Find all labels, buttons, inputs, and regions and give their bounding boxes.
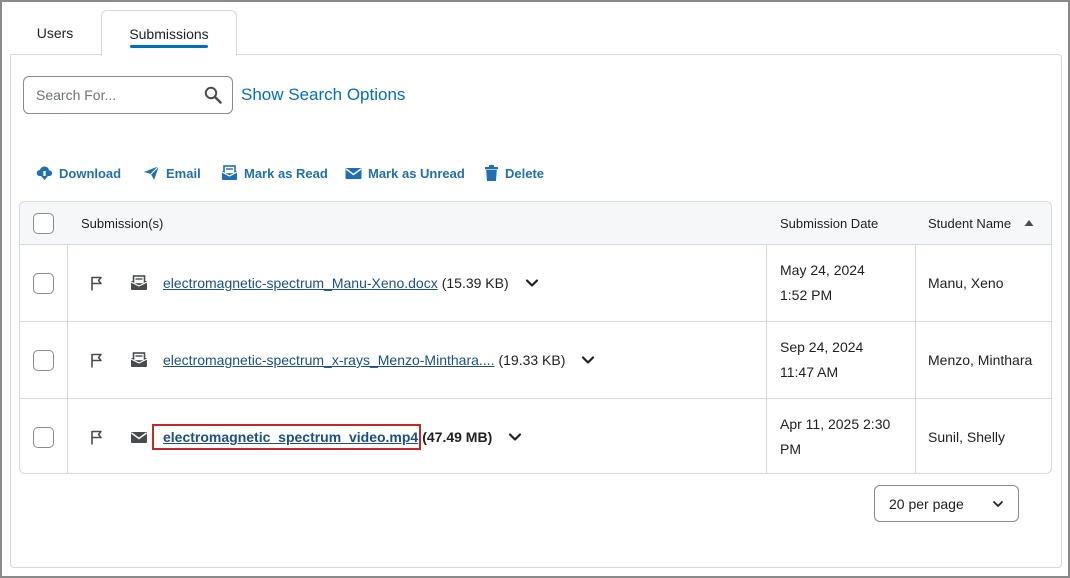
chevron-down-icon[interactable] <box>508 432 522 442</box>
header-submission-date[interactable]: Submission Date <box>780 202 878 244</box>
search-icon[interactable] <box>204 86 222 104</box>
read-status-cell <box>130 245 148 321</box>
student-name-cell: Manu, Xeno <box>928 245 1004 321</box>
delete-button[interactable]: Delete <box>484 163 544 183</box>
flag-cell <box>90 399 103 473</box>
submissions-table: Submission(s) Submission Date Student Na… <box>19 201 1052 474</box>
email-button[interactable]: Email <box>143 163 201 183</box>
envelope-open-icon <box>130 275 148 290</box>
submission-date: May 24, 2024 <box>780 262 865 278</box>
download-label: Download <box>59 165 122 181</box>
mark-as-unread-label: Mark as Unread <box>368 165 465 181</box>
table-row: electromagnetic_spectrum_video.mp4 (47.4… <box>20 399 1051 473</box>
submission-file-cell: electromagnetic-spectrum_x-rays_Menzo-Mi… <box>163 322 595 398</box>
submission-date: Apr 11, 2025 2:30 <box>780 416 891 432</box>
header-submissions-label: Submission(s) <box>81 215 164 231</box>
submission-file-link[interactable]: electromagnetic-spectrum_Manu-Xeno.docx <box>163 275 438 291</box>
submission-time: PM <box>780 441 801 457</box>
flag-icon[interactable] <box>90 276 103 291</box>
mark-as-unread-button[interactable]: Mark as Unread <box>345 163 465 183</box>
file-size: (47.49 MB) <box>422 429 493 445</box>
search-input[interactable] <box>36 85 196 105</box>
per-page-value: 20 per page <box>889 495 964 512</box>
tab-users-label: Users <box>36 24 74 41</box>
submission-file-link[interactable]: electromagnetic-spectrum_x-rays_Menzo-Mi… <box>163 352 494 368</box>
header-student-name-label: Student Name <box>928 215 1012 231</box>
submission-file-cell: electromagnetic_spectrum_video.mp4 (47.4… <box>152 399 522 473</box>
select-all-checkbox[interactable] <box>33 212 54 234</box>
student-name-cell: Sunil, Shelly <box>928 399 1006 473</box>
row-checkbox[interactable] <box>33 426 54 448</box>
read-status-cell <box>130 399 148 473</box>
chevron-down-icon[interactable] <box>581 355 595 365</box>
submission-file-cell: electromagnetic-spectrum_Manu-Xeno.docx … <box>163 245 539 321</box>
trash-icon <box>485 164 498 181</box>
file-size: (15.39 KB) <box>441 275 509 291</box>
table-row: electromagnetic-spectrum_Manu-Xeno.docx … <box>20 245 1051 322</box>
send-icon <box>144 165 160 180</box>
header-student-name[interactable]: Student Name <box>928 202 1034 244</box>
read-status-cell <box>130 322 148 398</box>
envelope-icon <box>345 168 362 179</box>
submission-date-cell: Sep 24, 2024 11:47 AM <box>780 322 863 398</box>
student-name: Sunil, Shelly <box>928 429 1006 445</box>
search-box <box>23 76 233 114</box>
row-checkbox[interactable] <box>33 272 54 294</box>
submission-file-link[interactable]: electromagnetic_spectrum_video.mp4 <box>163 429 418 445</box>
mark-as-read-label: Mark as Read <box>244 165 328 181</box>
submission-date: Sep 24, 2024 <box>780 339 864 355</box>
file-size: (19.33 KB) <box>498 352 566 368</box>
tab-users[interactable]: Users <box>12 10 98 55</box>
per-page-select[interactable]: 20 per page <box>874 485 1019 522</box>
highlight-box: electromagnetic_spectrum_video.mp4 <box>152 424 422 450</box>
cloud-download-icon <box>36 166 53 180</box>
row-select-cell <box>33 245 54 321</box>
header-submissions: Submission(s) <box>81 202 163 244</box>
envelope-icon <box>131 432 147 443</box>
delete-label: Delete <box>505 165 545 181</box>
flag-icon[interactable] <box>90 430 103 445</box>
student-name: Menzo, Minthara <box>928 352 1033 368</box>
submission-date-cell: Apr 11, 2025 2:30 PM <box>780 399 891 473</box>
tab-submissions-label: Submissions <box>129 25 209 42</box>
envelope-open-icon <box>221 165 238 180</box>
row-select-cell <box>33 399 54 473</box>
email-label: Email <box>166 165 201 181</box>
download-button[interactable]: Download <box>36 163 121 183</box>
select-all-cell <box>33 202 54 244</box>
submission-time: 1:52 PM <box>780 287 833 303</box>
flag-cell <box>90 245 103 321</box>
active-tab-indicator <box>130 45 208 48</box>
header-submission-date-label: Submission Date <box>780 215 879 231</box>
flag-cell <box>90 322 103 398</box>
row-checkbox[interactable] <box>33 349 54 371</box>
submission-time: 11:47 AM <box>780 364 839 380</box>
submission-date-cell: May 24, 2024 1:52 PM <box>780 245 865 321</box>
table-row: electromagnetic-spectrum_x-rays_Menzo-Mi… <box>20 322 1051 399</box>
chevron-down-icon[interactable] <box>525 278 539 288</box>
mark-as-read-button[interactable]: Mark as Read <box>221 163 328 183</box>
show-search-options-link[interactable]: Show Search Options <box>241 85 405 105</box>
table-header-row: Submission(s) Submission Date Student Na… <box>20 202 1051 245</box>
student-name: Manu, Xeno <box>928 275 1004 291</box>
chevron-down-icon <box>993 501 1003 507</box>
student-name-cell: Menzo, Minthara <box>928 322 1032 398</box>
row-select-cell <box>33 322 54 398</box>
tab-submissions[interactable]: Submissions <box>101 10 237 56</box>
flag-icon[interactable] <box>90 353 103 368</box>
envelope-open-icon <box>130 352 148 367</box>
sort-ascending-icon <box>1024 220 1034 226</box>
